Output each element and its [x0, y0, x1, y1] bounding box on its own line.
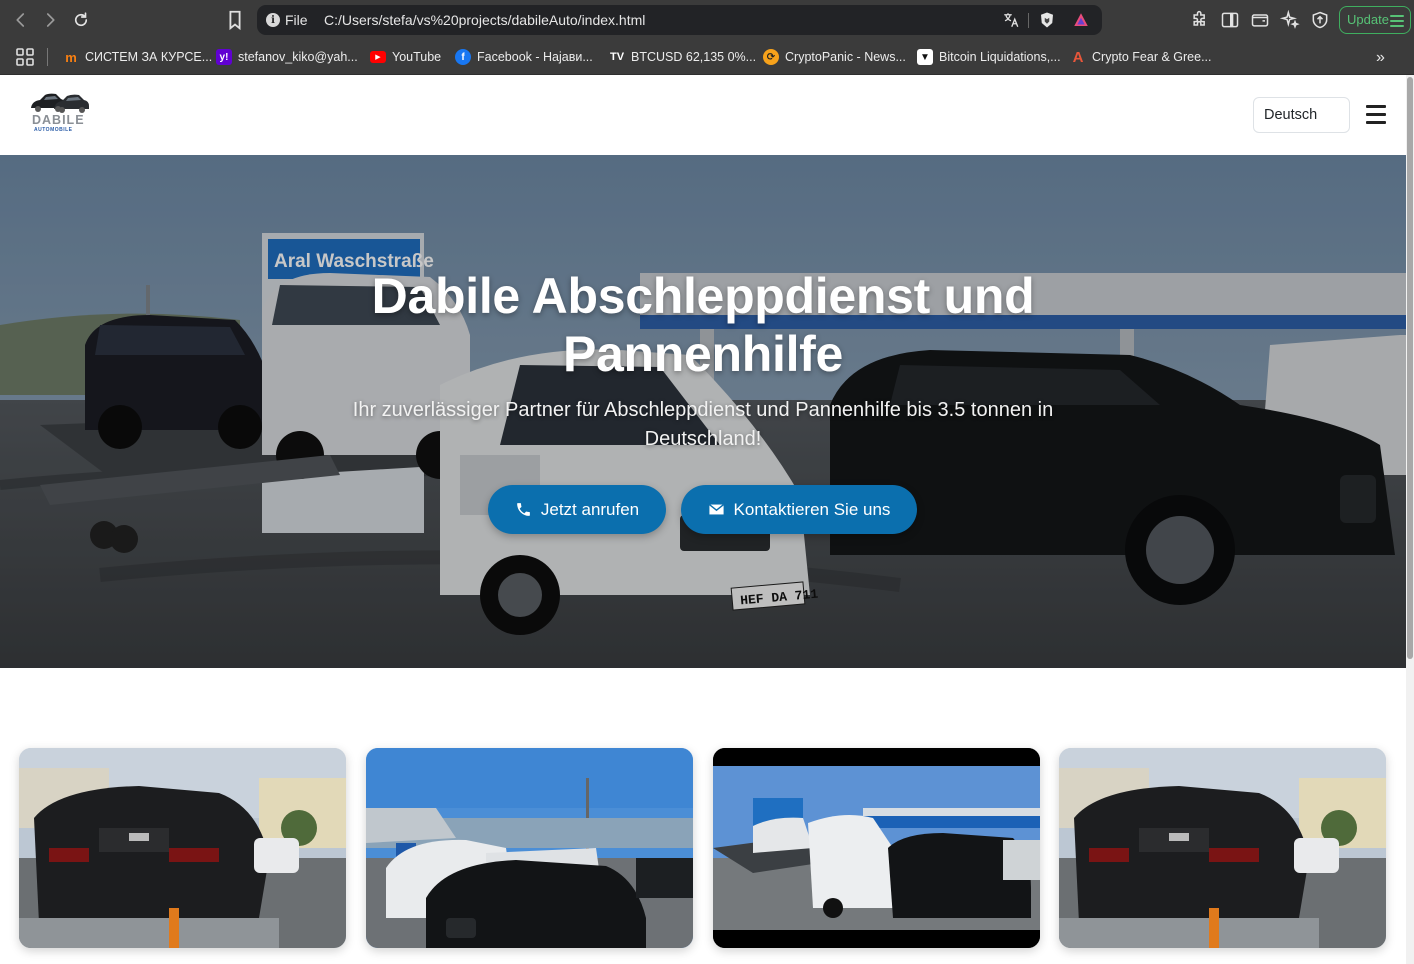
bookmarks-separator: [47, 48, 48, 66]
vpn-icon[interactable]: [1310, 10, 1330, 30]
alternative-me-icon: A: [1072, 48, 1084, 66]
gallery-image-audi-on-trailer-2[interactable]: [1059, 748, 1386, 948]
yahoo-mail-icon: y!: [216, 49, 232, 65]
back-button[interactable]: [9, 8, 33, 32]
bookmarks-bar: m СИСТЕМ ЗА КУРСЕ... y! stefanov_kiko@ya…: [0, 40, 1414, 75]
contact-us-label: Kontaktieren Sie uns: [733, 499, 891, 519]
cryptopanic-icon: ⟳: [763, 49, 779, 65]
bookmark-label: Crypto Fear & Gree...: [1092, 50, 1212, 64]
url-text[interactable]: C:/Users/stefa/vs%20projects/dabileAuto/…: [324, 12, 645, 28]
gas-station-cars-photo: [366, 748, 693, 948]
forward-button[interactable]: [38, 8, 62, 32]
contact-us-button[interactable]: Kontaktieren Sie uns: [681, 485, 917, 534]
bookmark-label: CryptoPanic - News...: [785, 50, 906, 64]
audi-trailer-photo-2: [1059, 748, 1386, 948]
coinglass-icon: ▼: [917, 49, 933, 65]
bookmark-facebook[interactable]: f Facebook - Најави...: [455, 48, 593, 66]
youtube-icon: ▶: [370, 51, 386, 63]
bookmark-tradingview[interactable]: TV BTCUSD 62,135 0%...: [609, 48, 756, 66]
logo-cars-icon: [31, 93, 89, 113]
brave-rewards-icon[interactable]: [1072, 11, 1090, 29]
bookmark-cryptopanic[interactable]: ⟳ CryptoPanic - News...: [763, 48, 906, 66]
call-now-label: Jetzt anrufen: [540, 499, 640, 519]
page-scrollbar[interactable]: [1406, 75, 1414, 964]
translate-icon[interactable]: [1002, 11, 1020, 29]
bookmark-youtube[interactable]: ▶ YouTube: [370, 48, 441, 66]
phone-icon: [516, 503, 530, 516]
bookmark-label: Facebook - Најави...: [477, 50, 593, 64]
apps-grid-icon[interactable]: [16, 48, 34, 66]
moodle-icon: m: [65, 49, 77, 65]
leo-ai-icon[interactable]: [1280, 10, 1300, 30]
bookmark-label: YouTube: [392, 50, 442, 64]
address-bar[interactable]: i File C:/Users/stefa/vs%20projects/dabi…: [257, 5, 1102, 35]
bookmark-icon: [229, 10, 241, 31]
bookmark-label: Bitcoin Liquidations,...: [939, 50, 1061, 64]
arrow-right-icon: [46, 13, 55, 27]
tradingview-icon: TV: [609, 51, 625, 63]
hamburger-menu-icon[interactable]: [1366, 105, 1386, 125]
bookmark-page-button[interactable]: [224, 9, 246, 31]
menu-icon: [1390, 15, 1404, 30]
wallet-icon[interactable]: [1250, 10, 1270, 30]
bookmark-yahoo-mail[interactable]: y! stefanov_kiko@yah...: [216, 48, 358, 66]
bookmark-label: BTCUSD 62,135 0%...: [631, 50, 757, 64]
site-header: DABILE AUTOMOBILE Deutsch: [0, 75, 1406, 155]
update-button[interactable]: Update: [1339, 6, 1411, 34]
extensions-icon[interactable]: [1190, 10, 1210, 30]
language-select[interactable]: Deutsch: [1253, 97, 1350, 133]
tow-truck-station-photo: [713, 748, 1040, 948]
url-scheme: File: [285, 12, 308, 28]
more-bookmarks-icon[interactable]: »: [1376, 49, 1385, 67]
webpage: DABILE AUTOMOBILE Deutsch Aral Waschstra…: [0, 75, 1406, 964]
logo-text: DABILE: [32, 113, 85, 127]
bookmark-coinglass[interactable]: ▼ Bitcoin Liquidations,...: [917, 48, 1061, 66]
brave-shields-icon[interactable]: [1038, 11, 1056, 29]
browser-toolbar: i File C:/Users/stefa/vs%20projects/dabi…: [0, 0, 1414, 40]
reload-icon: [74, 12, 88, 27]
gallery-image-gas-station-cars[interactable]: [366, 748, 693, 948]
arrow-left-icon: [16, 13, 25, 27]
hero-title: Dabile Abschleppdienst und Pannenhilfe: [371, 268, 1035, 382]
info-icon[interactable]: i: [266, 13, 280, 27]
bookmark-moodle[interactable]: m СИСТЕМ ЗА КУРСЕ...: [63, 48, 212, 66]
scrollbar-thumb[interactable]: [1407, 77, 1413, 659]
update-label: Update: [1347, 12, 1389, 27]
gallery-image-audi-on-trailer[interactable]: [19, 748, 346, 948]
reload-button[interactable]: [69, 8, 93, 32]
sidebar-icon[interactable]: [1220, 10, 1240, 30]
gallery-image-tow-truck-station[interactable]: [713, 748, 1040, 948]
hero-subtitle: Ihr zuverlässiger Partner für Abschleppd…: [352, 399, 1054, 450]
call-now-button[interactable]: Jetzt anrufen: [488, 485, 666, 534]
bookmark-label: СИСТЕМ ЗА КУРСЕ...: [85, 50, 213, 64]
bookmark-fear-greed[interactable]: A Crypto Fear & Gree...: [1070, 48, 1212, 66]
url-divider: [1028, 13, 1029, 28]
site-logo[interactable]: DABILE AUTOMOBILE: [28, 89, 92, 137]
logo-subtext: AUTOMOBILE: [34, 127, 73, 133]
facebook-icon: f: [455, 49, 471, 65]
hero-section: Aral Waschstraße HEF DA 711 Dabile Absch…: [0, 155, 1406, 668]
envelope-icon: [708, 503, 724, 515]
audi-trailer-photo: [19, 748, 346, 948]
bookmark-label: stefanov_kiko@yah...: [238, 50, 358, 64]
